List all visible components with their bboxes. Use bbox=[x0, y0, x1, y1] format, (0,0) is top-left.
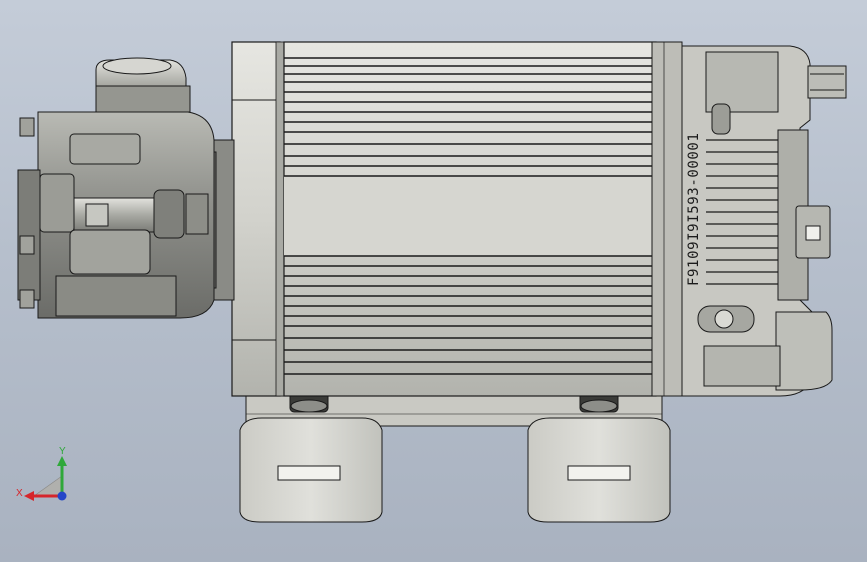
y-axis-arrowhead-icon bbox=[57, 456, 67, 466]
pump-assembly bbox=[17, 57, 235, 319]
x-axis-label: X bbox=[16, 488, 23, 499]
cad-viewport[interactable]: F9109I9I593-00001 Y X bbox=[0, 0, 867, 562]
motor-housing bbox=[231, 41, 683, 397]
mounting-bracket bbox=[239, 395, 671, 523]
motor-assembly-view[interactable]: F9109I9I593-00001 Y X bbox=[0, 0, 867, 562]
part-number-label: F9109I9I593-00001 bbox=[686, 133, 702, 287]
orientation-triad[interactable]: Y X bbox=[16, 446, 67, 501]
controller-end-cap bbox=[681, 45, 847, 397]
z-axis-origin-icon bbox=[57, 491, 67, 501]
x-axis-arrowhead-icon bbox=[24, 491, 34, 501]
y-axis-label: Y bbox=[59, 446, 66, 457]
